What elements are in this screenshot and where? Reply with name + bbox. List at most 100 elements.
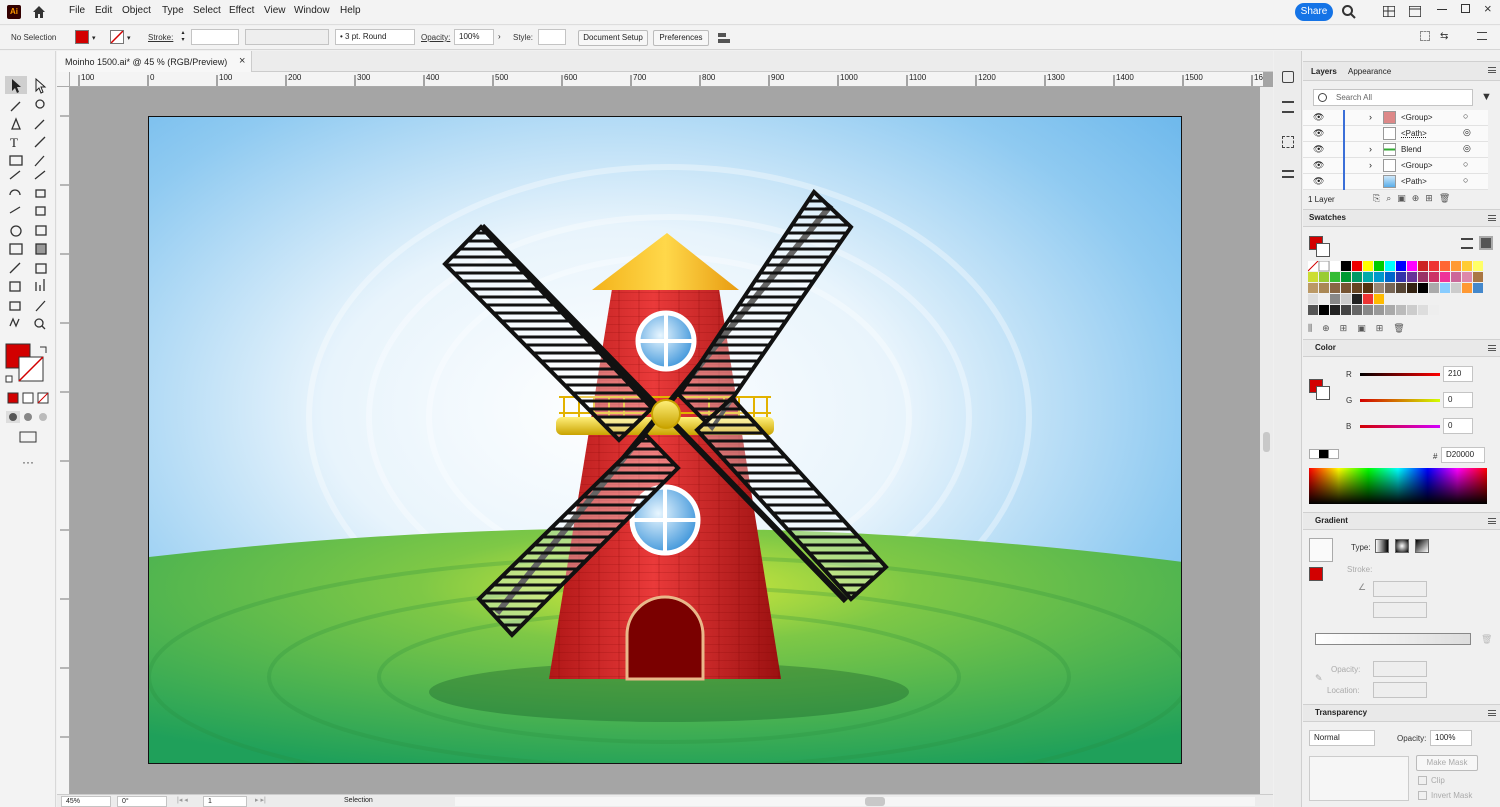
target-icon[interactable]: ○ [1463,111,1468,121]
prev-artboard-icon[interactable]: |◂ ◂ [177,796,188,804]
document-tab[interactable]: Moinho 1500.ai* @ 45 % (RGB/Preview) × [57,51,252,72]
gradient-tab[interactable]: Gradient [1315,516,1348,525]
style-field[interactable] [538,29,566,45]
fill-swatch[interactable] [75,30,89,44]
gradient-aspect-field[interactable] [1373,602,1427,618]
document-setup-button[interactable]: Document Setup [578,30,648,46]
appearance-tab[interactable]: Appearance [1348,67,1391,76]
gradient-fill-indicator[interactable] [1309,567,1323,581]
isolate-icon[interactable]: ⇆ [1440,31,1448,42]
transparency-opacity-field[interactable]: 100% [1430,730,1472,746]
eye-icon[interactable]: 👁 [1313,128,1324,139]
gradient-angle-field[interactable] [1373,581,1427,597]
layers-footer-icons[interactable]: ⎘⌕▣⊕⊞🗑 [1373,193,1456,204]
artboard[interactable] [148,116,1182,764]
scroll-thumb[interactable] [1263,432,1270,452]
target-icon[interactable]: ◎ [1463,127,1471,138]
opacity-field[interactable]: 100% [454,29,494,45]
panel-menu-icon[interactable] [1488,710,1496,716]
arrange-icon[interactable] [1408,5,1422,18]
color-stroke-indicator[interactable] [1316,386,1330,400]
swatches-tab[interactable]: Swatches [1309,213,1346,222]
restore-icon[interactable] [1461,4,1470,13]
chevron-right-icon[interactable]: › [498,32,501,41]
zoom-field[interactable]: 45% [61,796,111,807]
color-spectrum[interactable] [1309,468,1487,504]
artboard-field[interactable]: 1 [203,796,247,807]
menu-type[interactable]: Type [162,5,184,16]
swatch-stroke-indicator[interactable] [1316,243,1330,257]
properties-icon[interactable] [1282,101,1294,113]
collapsed-panel-icon[interactable] [1282,170,1294,178]
vertical-scrollbar[interactable] [1260,87,1273,794]
gradient-opacity-field[interactable] [1373,661,1427,677]
menu-window[interactable]: Window [294,5,330,16]
libraries-icon[interactable] [1282,71,1294,83]
minimize-icon[interactable] [1437,9,1447,10]
transform-icon[interactable] [1420,31,1430,41]
stroke-stepper[interactable]: ▴ ▾ [178,30,188,46]
brush-field[interactable]: • 3 pt. Round [335,29,415,45]
panel-menu-icon[interactable] [1477,32,1487,40]
grid-view-icon[interactable] [1479,236,1493,250]
gradient-preview[interactable] [1309,538,1333,562]
list-view-icon[interactable] [1461,238,1473,249]
layer-row[interactable]: 👁 <Path> ◎ [1303,126,1488,142]
layer-row[interactable]: 👁 › <Group> ○ [1303,158,1488,174]
chevron-right-icon[interactable]: › [1369,160,1372,170]
target-icon[interactable]: ○ [1463,175,1468,185]
target-icon[interactable]: ○ [1463,159,1468,169]
align-icon[interactable] [717,31,733,45]
menu-help[interactable]: Help [340,5,361,16]
next-artboard-icon[interactable]: ▸ ▸| [255,796,266,804]
search-icon[interactable] [1341,4,1357,20]
close-window-icon[interactable]: × [1484,1,1492,16]
layers-search-input[interactable]: Search All [1313,89,1473,106]
linear-gradient-button[interactable] [1375,539,1389,553]
layer-row[interactable]: 👁 › <Group> ○ [1303,110,1488,126]
invert-mask-checkbox[interactable] [1418,791,1427,800]
chevron-right-icon[interactable]: › [1369,144,1372,154]
mask-thumbnail[interactable] [1309,756,1409,801]
menu-edit[interactable]: Edit [95,5,112,16]
transform-panel-icon[interactable] [1282,136,1294,148]
target-icon[interactable]: ◎ [1463,143,1471,154]
variable-width-field[interactable] [245,29,329,45]
layers-tab[interactable]: Layers [1311,67,1337,76]
none-swatch[interactable] [1309,449,1339,459]
layer-row[interactable]: 👁 <Path> ○ [1303,174,1488,190]
menu-file[interactable]: File [69,5,85,16]
stroke-weight-field[interactable] [191,29,239,45]
hscroll-thumb[interactable] [865,797,885,806]
color-tab[interactable]: Color [1315,343,1336,352]
clip-checkbox[interactable] [1418,776,1427,785]
hex-field[interactable]: D20000 [1441,447,1485,463]
transparency-tab[interactable]: Transparency [1315,708,1367,717]
b-slider[interactable] [1360,425,1440,428]
panel-menu-icon[interactable] [1488,67,1496,73]
blend-mode-select[interactable]: Normal [1309,730,1375,746]
menu-select[interactable]: Select [193,5,221,16]
panel-menu-icon[interactable] [1488,518,1496,524]
preferences-button[interactable]: Preferences [653,30,709,46]
share-button[interactable]: Share [1295,3,1333,21]
swatches-footer-icons[interactable]: ⫼⊕⊞▣⊞🗑 [1308,323,1415,334]
rotation-field[interactable]: 0° [117,796,167,807]
r-slider[interactable] [1360,373,1440,376]
delete-stop-icon[interactable]: 🗑 [1481,634,1492,645]
eye-icon[interactable]: 👁 [1313,176,1324,187]
g-field[interactable]: 0 [1443,392,1473,408]
r-field[interactable]: 210 [1443,366,1473,382]
layer-row[interactable]: 👁 › Blend ◎ [1303,142,1488,158]
panel-menu-icon[interactable] [1488,345,1496,351]
eye-icon[interactable]: 👁 [1313,160,1324,171]
menu-effect[interactable]: Effect [229,5,254,16]
menu-view[interactable]: View [264,5,286,16]
eye-icon[interactable]: 👁 [1313,112,1324,123]
chevron-right-icon[interactable]: › [1369,112,1372,122]
chevron-down-icon[interactable]: ▾ [127,34,131,42]
gradient-slider[interactable] [1315,633,1471,645]
hscroll-track[interactable] [455,797,1255,806]
radial-gradient-button[interactable] [1395,539,1409,553]
filter-icon[interactable]: ▼ [1481,91,1492,103]
